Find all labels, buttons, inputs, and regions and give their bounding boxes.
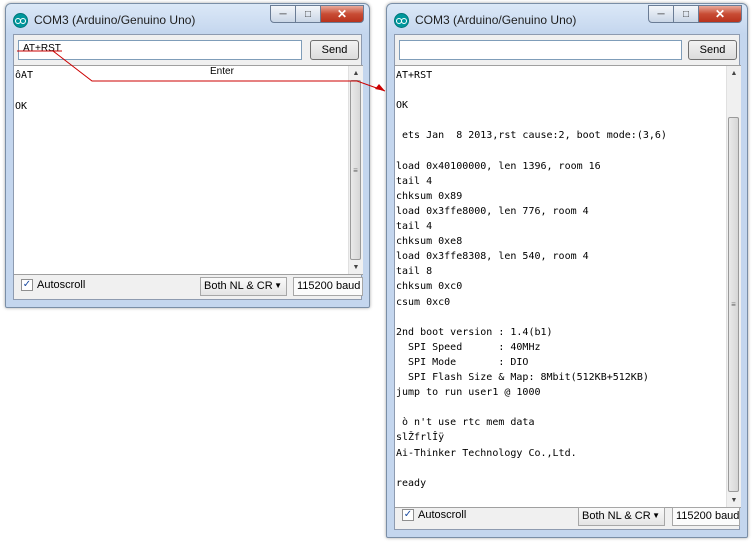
line-ending-value: Both NL & CR bbox=[582, 510, 651, 522]
output-line: ôAT bbox=[15, 70, 34, 81]
right-bottom-bar: ✓ Autoscroll Both NL & CR ▼ 115200 baud bbox=[395, 503, 740, 529]
vertical-scrollbar[interactable]: ▲ ≡ ▼ bbox=[726, 66, 741, 507]
dropdown-arrow-icon: ▼ bbox=[652, 511, 660, 520]
dropdown-arrow-icon: ▼ bbox=[274, 281, 282, 290]
output-line: chksum 0xc0 bbox=[396, 281, 463, 293]
output-line: Ai-Thinker Technology Co.,Ltd. bbox=[396, 447, 577, 459]
output-line: slŽfrlÎÿ bbox=[396, 432, 445, 444]
left-client-area: AT+RST Send ôAT OK ▲ ≡ ▼ ✓ Autoscroll Bo… bbox=[13, 34, 363, 300]
arrow-head-icon bbox=[375, 84, 385, 91]
scroll-up-icon[interactable]: ▲ bbox=[349, 66, 363, 80]
output-line: OK bbox=[396, 100, 409, 112]
arduino-logo-icon bbox=[394, 13, 409, 28]
minimize-icon[interactable]: ─ bbox=[270, 5, 296, 23]
scroll-thumb[interactable]: ≡ bbox=[728, 117, 739, 492]
message-input[interactable] bbox=[399, 40, 682, 60]
output-line: tail 4 bbox=[396, 175, 433, 187]
line-ending-select[interactable]: Both NL & CR ▼ bbox=[578, 507, 665, 526]
output-line: chksum 0x89 bbox=[396, 190, 463, 202]
close-icon[interactable]: ✕ bbox=[699, 5, 742, 23]
window-title: COM3 (Arduino/Genuino Uno) bbox=[415, 13, 577, 27]
autoscroll-checkbox[interactable]: ✓ bbox=[402, 509, 414, 521]
left-bottom-bar: ✓ Autoscroll Both NL & CR ▼ 115200 baud bbox=[14, 273, 363, 299]
output-line: tail 4 bbox=[396, 221, 433, 232]
scroll-thumb[interactable]: ≡ bbox=[350, 80, 361, 260]
minimize-icon[interactable]: ─ bbox=[648, 5, 674, 23]
send-button[interactable]: Send bbox=[688, 40, 737, 60]
output-line: jump to run user1 @ 1000 bbox=[396, 387, 541, 399]
scroll-down-icon[interactable]: ▼ bbox=[349, 260, 363, 274]
close-icon[interactable]: ✕ bbox=[321, 5, 364, 23]
vertical-scrollbar[interactable]: ▲ ≡ ▼ bbox=[348, 66, 363, 274]
right-serial-monitor-window: COM3 (Arduino/Genuino Uno) ─ □ ✕ Send AT… bbox=[386, 3, 748, 538]
line-ending-value: Both NL & CR bbox=[204, 280, 273, 292]
output-line: load 0x3ffe8308, len 540, room 4 bbox=[396, 251, 589, 263]
serial-output: ôAT OK ▲ ≡ ▼ bbox=[14, 65, 363, 275]
output-line: SPI Speed : 40MHz bbox=[396, 341, 541, 353]
output-line: ets Jan 8 2013,rst cause:2, boot mode:(3… bbox=[396, 130, 667, 142]
line-ending-select[interactable]: Both NL & CR ▼ bbox=[200, 277, 287, 296]
maximize-icon[interactable]: □ bbox=[674, 5, 699, 23]
right-title-bar[interactable]: COM3 (Arduino/Genuino Uno) ─ □ ✕ bbox=[387, 4, 747, 34]
window-title: COM3 (Arduino/Genuino Uno) bbox=[34, 13, 196, 27]
maximize-icon[interactable]: □ bbox=[296, 5, 321, 23]
left-title-bar[interactable]: COM3 (Arduino/Genuino Uno) ─ □ ✕ bbox=[6, 4, 369, 34]
serial-output: AT+RST OK ets Jan 8 2013,rst cause:2, boo… bbox=[395, 65, 741, 508]
baud-rate-select[interactable]: 115200 baud bbox=[672, 507, 740, 526]
output-line: load 0x3ffe8000, len 776, room 4 bbox=[396, 205, 589, 217]
output-line: chksum 0xe8 bbox=[396, 236, 463, 248]
output-line: SPI Mode : DIO bbox=[396, 356, 529, 368]
output-line: 2nd boot version : 1.4(b1) bbox=[396, 326, 553, 338]
send-button[interactable]: Send bbox=[310, 40, 359, 60]
output-line: OK bbox=[15, 101, 28, 112]
output-line: ò n't use rtc mem data bbox=[396, 417, 535, 429]
scroll-up-icon[interactable]: ▲ bbox=[727, 66, 741, 80]
window-controls: ─ □ ✕ bbox=[270, 5, 364, 23]
output-line: csum 0xc0 bbox=[396, 296, 451, 308]
right-client-area: Send AT+RST OK ets Jan 8 2013,rst cause:2… bbox=[394, 34, 741, 530]
output-line: tail 8 bbox=[396, 266, 433, 278]
output-line: AT+RST bbox=[396, 70, 433, 81]
autoscroll-label: Autoscroll bbox=[418, 509, 467, 521]
window-controls: ─ □ ✕ bbox=[648, 5, 742, 23]
arduino-logo-icon bbox=[13, 13, 28, 28]
output-line: SPI Flash Size & Map: 8Mbit(512KB+512KB) bbox=[396, 372, 649, 383]
baud-rate-select[interactable]: 115200 baud bbox=[293, 277, 363, 296]
message-input[interactable]: AT+RST bbox=[18, 40, 302, 60]
autoscroll-checkbox[interactable]: ✓ bbox=[21, 279, 33, 291]
output-line: ready bbox=[396, 477, 427, 489]
enter-annotation-label: Enter bbox=[210, 66, 234, 77]
output-line: load 0x40100000, len 1396, room 16 bbox=[396, 160, 601, 172]
left-serial-monitor-window: COM3 (Arduino/Genuino Uno) ─ □ ✕ AT+RST … bbox=[5, 3, 370, 308]
autoscroll-label: Autoscroll bbox=[37, 279, 86, 291]
